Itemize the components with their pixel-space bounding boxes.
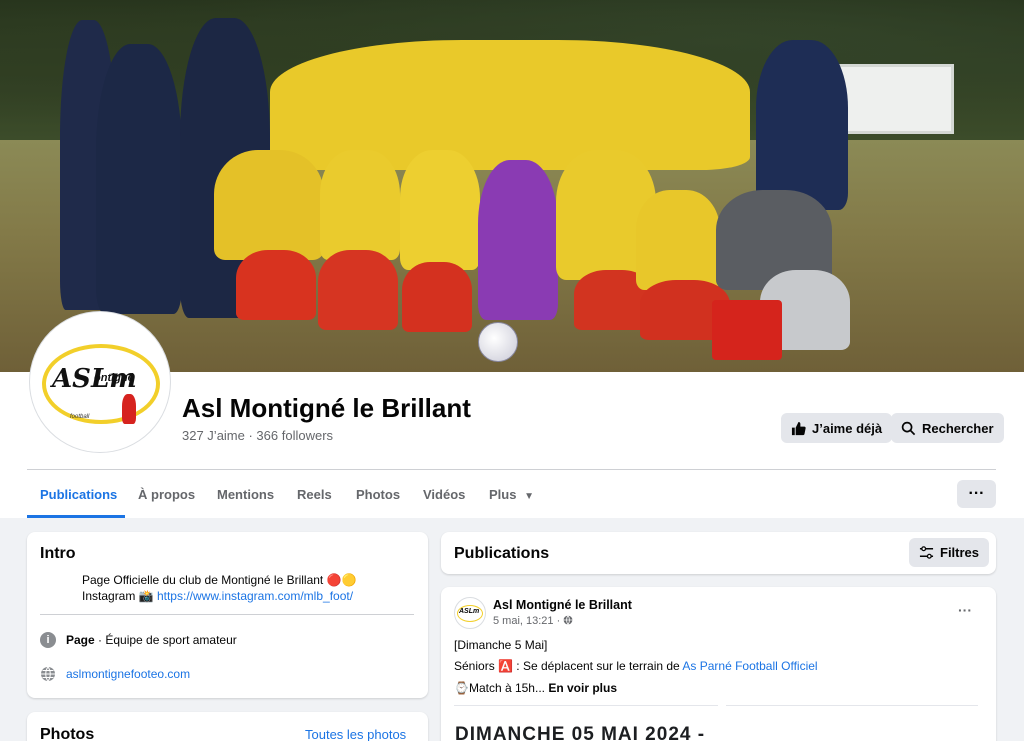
- post-timestamp[interactable]: 5 mai, 13:21 ·: [493, 615, 573, 627]
- instagram-link[interactable]: https://www.instagram.com/mlb_foot/: [157, 589, 353, 603]
- post-line1: [Dimanche 5 Mai]: [454, 638, 548, 652]
- tab-photos[interactable]: Photos: [356, 487, 400, 502]
- active-tab-indicator: [27, 515, 125, 518]
- tab-about[interactable]: À propos: [138, 487, 195, 502]
- tab-more[interactable]: Plus ▼: [489, 487, 534, 502]
- cover-photo[interactable]: [0, 0, 1024, 372]
- thumbs-up-icon: [791, 421, 806, 435]
- website-link[interactable]: aslmontignefooteo.com: [66, 667, 190, 681]
- intro-category: Page · Équipe de sport amateur: [66, 633, 237, 647]
- post-author[interactable]: Asl Montigné le Brillant: [493, 598, 632, 612]
- see-more-link[interactable]: En voir plus: [548, 681, 617, 695]
- header-divider: [27, 469, 996, 470]
- all-photos-link[interactable]: Toutes les photos: [305, 727, 406, 741]
- logo-player-icon: [122, 394, 136, 424]
- intro-category-label: Page: [66, 633, 95, 647]
- logo-small-text: ontigné: [94, 372, 134, 384]
- page-stats[interactable]: 327 J’aime · 366 followers: [182, 428, 333, 443]
- cover-player: [756, 40, 848, 210]
- intro-bio-line2: Instagram 📸 https://www.instagram.com/ml…: [82, 589, 353, 603]
- publications-title: Publications: [454, 545, 550, 562]
- search-button[interactable]: Rechercher: [891, 413, 1004, 443]
- post-line3: ⌚Match à 15h... En voir plus: [454, 681, 617, 695]
- tab-reels[interactable]: Reels: [297, 487, 332, 502]
- cover-player: [400, 150, 480, 270]
- football-ball: [478, 322, 518, 362]
- post-menu-icon[interactable]: ···: [958, 602, 972, 618]
- cover-player: [320, 150, 400, 260]
- post-line2: Séniors 🅰️ : Se déplacent sur le terrain…: [454, 659, 818, 673]
- like-button[interactable]: J’aime déjà: [781, 413, 893, 443]
- more-options-button[interactable]: ···: [957, 480, 996, 508]
- tab-more-label: Plus: [489, 487, 517, 502]
- post-image-divider-left: [454, 705, 718, 706]
- cover-player: [402, 262, 472, 332]
- filters-label: Filtres: [940, 545, 980, 560]
- like-button-label: J’aime déjà: [812, 420, 883, 436]
- page-title: Asl Montigné le Brillant: [182, 393, 471, 423]
- intro-title: Intro: [40, 545, 76, 562]
- post-line2-text: Séniors 🅰️ : Se déplacent sur le terrain…: [454, 659, 683, 673]
- cover-player: [214, 150, 324, 260]
- filter-icon: [919, 546, 934, 559]
- post-image-divider-right: [726, 705, 978, 706]
- cover-player: [478, 160, 558, 320]
- intro-bio-line1: Page Officielle du club de Montigné le B…: [82, 573, 357, 587]
- tab-videos[interactable]: Vidéos: [423, 487, 465, 502]
- page-avatar[interactable]: ASLm ontigné football: [30, 312, 170, 452]
- chevron-down-icon: ▼: [524, 491, 534, 502]
- cover-player: [318, 250, 398, 330]
- opponent-page-link[interactable]: As Parné Football Officiel: [682, 659, 817, 673]
- post-author-avatar[interactable]: ASLm: [454, 597, 486, 629]
- info-icon: i: [40, 632, 56, 648]
- cover-player: [96, 44, 182, 314]
- cover-player: [712, 300, 782, 360]
- public-globe-icon: [563, 615, 573, 625]
- intro-category-value: · Équipe de sport amateur: [94, 633, 237, 647]
- filters-button[interactable]: Filtres: [909, 538, 990, 567]
- post-line3-text: ⌚Match à 15h...: [454, 681, 545, 695]
- intro-bio-prefix: Instagram 📸: [82, 589, 157, 603]
- intro-divider: [40, 614, 414, 615]
- tab-mentions[interactable]: Mentions: [217, 487, 274, 502]
- tab-publications[interactable]: Publications: [40, 487, 117, 502]
- logo-foot-text: football: [70, 414, 90, 420]
- search-icon: [901, 421, 916, 435]
- post-image-text: DIMANCHE 05 MAI 2024 - 15H00: [455, 724, 706, 741]
- search-button-label: Rechercher: [922, 420, 994, 436]
- cover-player: [236, 250, 316, 320]
- photos-title: Photos: [40, 726, 95, 741]
- globe-icon: [41, 666, 55, 682]
- post-image[interactable]: DIMANCHE 05 MAI 2024 - 15H00: [454, 710, 712, 741]
- cover-player: [636, 190, 720, 290]
- post-avatar-text: ASLm: [459, 608, 480, 615]
- cover-player: [270, 40, 750, 170]
- post-time: 5 mai, 13:21 ·: [493, 615, 561, 627]
